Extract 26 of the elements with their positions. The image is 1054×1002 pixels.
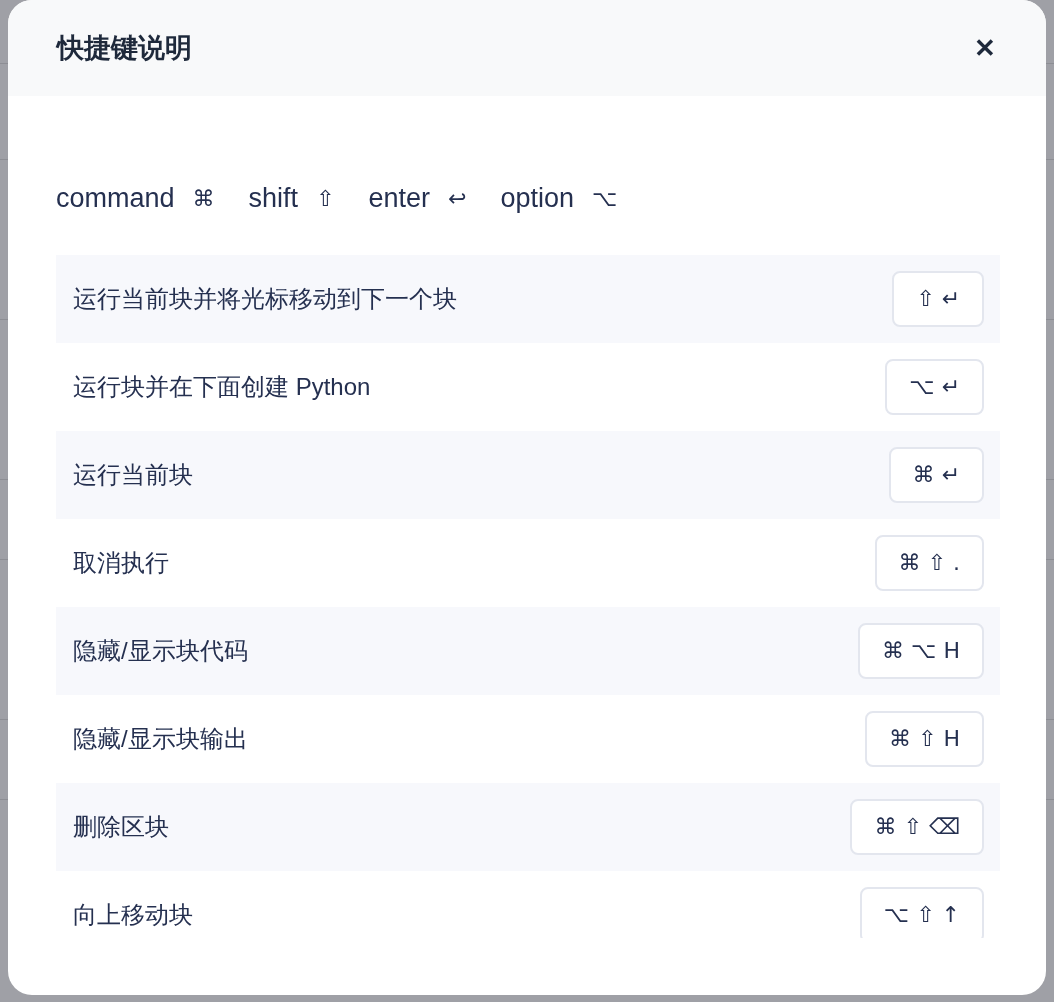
key-combo: ⌘ ⌥ H [858, 622, 984, 679]
key-combo: ⇧ ↵ [892, 270, 984, 327]
key-name: shift [248, 182, 299, 215]
shortcut-action: 向上移动块 [73, 899, 193, 930]
key-combo: ⌘ ⇧ H [865, 710, 984, 767]
key-combo: ⌥ ↵ [885, 358, 984, 415]
shortcut-action: 隐藏/显示块输出 [73, 723, 248, 754]
key-symbol: ⇧ [316, 184, 335, 213]
key-combo: ⌘ ↵ [888, 446, 984, 503]
key-combo: ⌘ ⇧ ⌫ [850, 798, 984, 855]
key-combo: ⌘ ⇧ . [874, 534, 984, 591]
shortcut-action: 运行当前块 [73, 459, 193, 490]
shortcut-action: 取消执行 [73, 547, 169, 578]
key-combo: ⌥ ⇧ ↑ [859, 886, 984, 938]
key-name: option [500, 182, 575, 215]
key-name: enter [368, 182, 431, 215]
dialog-title: 快捷键说明 [57, 31, 192, 65]
key-symbol: ↩ [448, 184, 467, 213]
key-symbol: ⌘ [192, 184, 215, 213]
key-symbol: ⌥ [592, 184, 618, 213]
key-name: command [56, 182, 175, 215]
shortcut-action: 运行当前块并将光标移动到下一个块 [73, 283, 457, 314]
shortcut-action: 隐藏/显示块代码 [73, 635, 248, 666]
shortcut-action: 运行块并在下面创建 Python [73, 371, 371, 402]
shortcut-action: 删除区块 [73, 811, 169, 842]
close-button[interactable]: ✕ [974, 35, 996, 61]
